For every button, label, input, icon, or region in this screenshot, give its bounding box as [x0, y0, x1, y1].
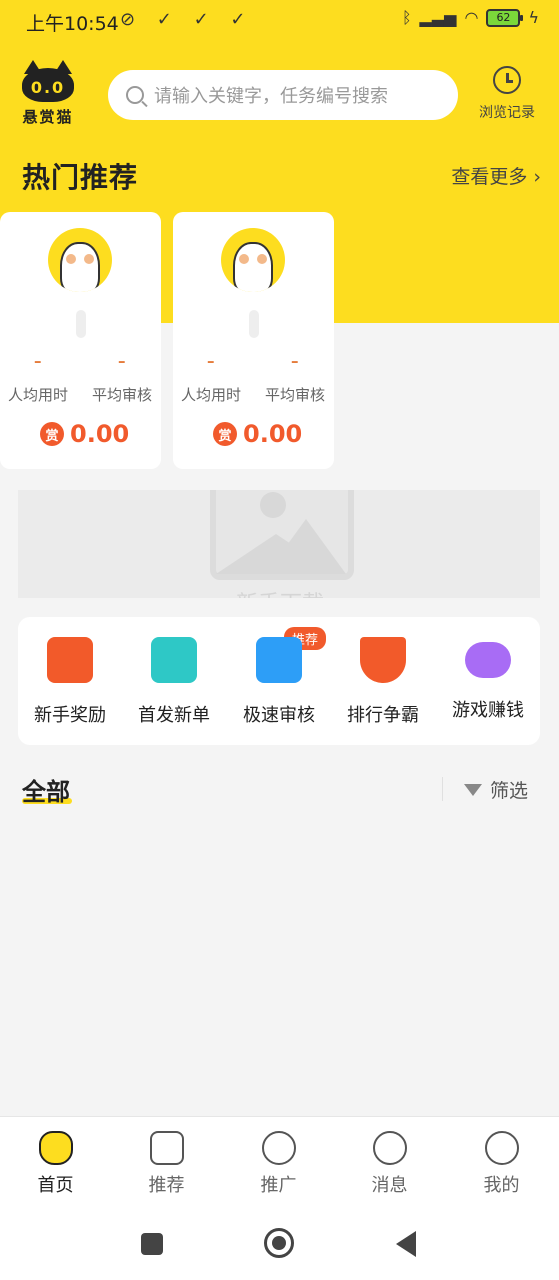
smile-face-icon [484, 1131, 519, 1165]
bluetooth-icon: ᛒ [401, 8, 412, 27]
task-avatar [48, 228, 112, 292]
hot-task-card[interactable]: – – 人均用时 平均审核 赏 0.00 [0, 212, 161, 469]
battery-icon: 62 [486, 8, 524, 27]
task-avatar [221, 228, 285, 292]
send-icon [261, 1131, 296, 1165]
system-nav-bar [0, 1206, 559, 1280]
chevron-right-icon: › [527, 166, 541, 188]
quick-item-label: 极速审核 [243, 705, 315, 726]
heart-bubble-icon [149, 1131, 184, 1165]
see-more-label: 查看更多 [451, 166, 528, 188]
quick-item-fast-review[interactable]: 极速审核 [227, 637, 331, 727]
hot-task-card[interactable]: – – 人均用时 平均审核 赏 0.00 [173, 212, 334, 469]
reward-badge-icon: 赏 [40, 422, 64, 446]
see-more-link[interactable]: 查看更多 › [451, 162, 541, 189]
cat-logo-icon: 0.0 [22, 60, 74, 102]
home-circle-icon[interactable] [264, 1228, 294, 1258]
hamster-icon [233, 242, 273, 292]
avg-review-label: 平均审核 [265, 386, 326, 404]
search-icon [126, 86, 144, 104]
tab-label: 我的 [483, 1175, 520, 1196]
app-logo: 0.0 悬赏猫 [18, 60, 78, 126]
bottom-tab-bar: 首页 推荐 推广 消息 我的 [0, 1116, 559, 1207]
quick-menu: 推荐 新手奖励 首发新单 极速审核 排行争霸 游戏赚钱 [18, 617, 540, 745]
logo-text: 悬赏猫 [22, 108, 74, 126]
image-placeholder-icon [210, 490, 354, 580]
home-cat-icon [38, 1131, 73, 1165]
quick-item-first-order[interactable]: 首发新单 [122, 637, 226, 727]
tab-label: 推广 [260, 1175, 297, 1196]
search-placeholder: 请输入关键字，任务编号搜索 [154, 86, 388, 107]
tab-label: 推荐 [148, 1175, 185, 1196]
hamster-icon [60, 242, 100, 292]
trophy-icon [360, 637, 406, 683]
divider [442, 777, 443, 801]
tab-label: 首页 [37, 1175, 74, 1196]
avg-time-label: 人均用时 [181, 386, 242, 404]
notification-icons: ⊘ ✓ ✓ ✓ [120, 9, 254, 30]
filter-button[interactable]: 筛选 [464, 776, 528, 803]
back-triangle-icon[interactable] [396, 1231, 416, 1257]
quick-item-newbie-reward[interactable]: 新手奖励 [18, 637, 122, 727]
banner[interactable]: 新手下载 [18, 490, 540, 598]
wifi-icon: ◠ [464, 8, 479, 27]
logo-eyes: 0.0 [30, 78, 66, 97]
status-right-icons: ᛒ ▂▃▅ ◠ 62 ϟ [402, 8, 539, 27]
reward: 赏 0.00 [40, 420, 129, 448]
task-title-placeholder [249, 310, 259, 338]
red-envelope-icon [47, 637, 93, 683]
recent-apps-icon[interactable] [141, 1233, 163, 1255]
tab-messages[interactable]: 消息 [334, 1131, 445, 1197]
avg-time-value: – [34, 352, 42, 370]
charging-icon: ϟ [528, 8, 539, 27]
history-clock-icon [493, 66, 521, 94]
avg-review-label: 平均审核 [92, 386, 153, 404]
tab-home[interactable]: 首页 [0, 1131, 111, 1197]
reward-value: 0.00 [70, 420, 130, 448]
search-input[interactable]: 请输入关键字，任务编号搜索 [108, 70, 458, 120]
hot-section-title: 热门推荐 [22, 161, 139, 194]
signal-icon: ▂▃▅ [419, 8, 457, 27]
quick-item-label: 排行争霸 [347, 705, 419, 726]
all-section-title[interactable]: 全部 [22, 772, 70, 807]
status-time: 上午10:54 [26, 13, 119, 35]
reward: 赏 0.00 [213, 420, 302, 448]
avg-time-label: 人均用时 [8, 386, 69, 404]
tab-label: 消息 [371, 1175, 408, 1196]
fast-review-icon [256, 637, 302, 683]
tab-profile[interactable]: 我的 [446, 1131, 557, 1197]
tab-promote[interactable]: 推广 [223, 1131, 334, 1197]
avg-review-value: – [291, 352, 299, 370]
new-tag-icon [151, 637, 197, 683]
history-label: 浏览记录 [479, 105, 535, 121]
reward-badge-icon: 赏 [213, 422, 237, 446]
gamepad-icon [465, 642, 511, 678]
quick-item-label: 新手奖励 [34, 705, 106, 726]
task-title-placeholder [76, 310, 86, 338]
quick-item-game-earn[interactable]: 游戏赚钱 [436, 637, 540, 722]
filter-label: 筛选 [490, 780, 529, 802]
quick-item-ranking[interactable]: 排行争霸 [331, 637, 435, 727]
avg-review-value: – [118, 352, 126, 370]
quick-item-label: 游戏赚钱 [452, 700, 524, 721]
tab-recommend[interactable]: 推荐 [111, 1131, 222, 1197]
avg-time-value: – [207, 352, 215, 370]
reward-value: 0.00 [243, 420, 303, 448]
history-button[interactable]: 浏览记录 [474, 66, 540, 122]
chat-bubble-icon [372, 1131, 407, 1165]
banner-text: 新手下载 [236, 586, 324, 598]
quick-item-label: 首发新单 [138, 705, 210, 726]
filter-icon [464, 783, 482, 796]
